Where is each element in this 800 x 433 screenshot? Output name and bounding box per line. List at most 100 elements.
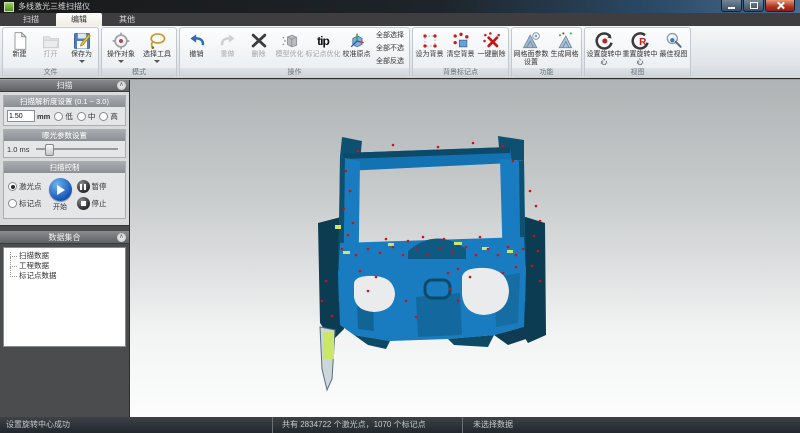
ribbon-group-background-markers: 设为背景 清空背景 一键删除 背景标记点 — [412, 27, 509, 79]
model-optimize-button[interactable]: 模型优化 — [274, 28, 305, 68]
ribbon-tab-row: 扫描 编辑 其他 — [0, 13, 800, 26]
marker-optimize-button[interactable]: tip 标记点优化 — [305, 28, 341, 68]
save-as-button[interactable]: 保存为 — [66, 28, 97, 68]
data-tree: 扫描数据 工程数据 标记点数据 — [3, 247, 126, 347]
best-view-button[interactable]: 最佳视图 — [658, 28, 689, 68]
status-selection: 未选择数据 — [462, 417, 513, 433]
minimize-button[interactable] — [721, 0, 742, 12]
collapse-icon[interactable]: ∧ — [117, 81, 126, 90]
ribbon-separator — [0, 78, 800, 79]
open-folder-icon — [40, 30, 62, 51]
laser-points-radio[interactable] — [8, 182, 17, 191]
origin-axes-icon — [346, 30, 368, 51]
group-label-view: 视图 — [585, 68, 690, 78]
open-button[interactable]: 打开 — [35, 28, 66, 68]
close-button[interactable] — [765, 0, 795, 12]
close-icon — [776, 1, 785, 10]
new-button[interactable]: 新建 — [4, 28, 35, 68]
status-point-counts: 共有 2834722 个激光点，1070 个标记点 — [272, 417, 426, 433]
ribbon-group-file: 新建 打开 保存为 文件 — [2, 27, 99, 79]
resolution-high-radio[interactable] — [99, 112, 108, 121]
redo-icon — [217, 30, 239, 51]
dropdown-arrow-icon — [118, 60, 124, 63]
start-label: 开始 — [53, 202, 67, 212]
status-bar: 设置旋转中心成功 共有 2834722 个激光点，1070 个标记点 未选择数据 — [0, 417, 800, 433]
lasso-icon — [146, 30, 168, 51]
mesh-settings-icon — [520, 30, 542, 51]
selection-stack: 全部选择 全部不选 全部反选 — [372, 28, 408, 68]
sidebar: 扫描 ∧ 扫描解析度设置 (0.1 ~ 3.0) mm 低 中 高 — [0, 79, 130, 417]
exposure-section-title: 曝光参数设置 — [4, 130, 125, 141]
collapse-icon[interactable]: ∧ — [117, 233, 126, 242]
stop-scan-button[interactable] — [77, 197, 90, 210]
window-controls — [721, 0, 795, 12]
mesh-params-button[interactable]: 网格面参数设置 — [513, 28, 549, 68]
status-message: 设置旋转中心成功 — [6, 417, 70, 433]
app-window: 多线激光三维扫描仪 扫描 编辑 其他 新建 — [0, 0, 800, 433]
tab-other[interactable]: 其他 — [104, 13, 150, 26]
target-icon — [110, 30, 132, 51]
resolution-section: 扫描解析度设置 (0.1 ~ 3.0) mm 低 中 高 — [3, 95, 126, 126]
reset-rotation-center-button[interactable]: R 重置旋转中心 — [622, 28, 658, 68]
resolution-low-radio[interactable] — [54, 112, 63, 121]
play-icon — [57, 185, 65, 195]
group-label-mode: 模式 — [102, 68, 176, 78]
resolution-mid-radio[interactable] — [77, 112, 86, 121]
maximize-button[interactable] — [743, 0, 764, 12]
rotation-r-glyph: R — [639, 37, 647, 48]
maximize-icon — [750, 2, 758, 9]
select-none-button[interactable]: 全部不选 — [376, 43, 404, 53]
ribbon-group-function: 网格面参数设置 生成网格 功能 — [511, 27, 582, 79]
select-invert-button[interactable]: 全部反选 — [376, 56, 404, 66]
exposure-slider[interactable] — [36, 148, 118, 150]
tree-item-scan-data[interactable]: 扫描数据 — [4, 251, 125, 261]
exposure-section: 曝光参数设置 1.0 ms — [3, 129, 126, 158]
resolution-input[interactable] — [7, 110, 35, 122]
set-background-icon — [419, 30, 441, 51]
scan-control-section: 扫描控制 激光点 标记点 开始 暂停 停止 — [3, 161, 126, 219]
undo-icon — [186, 30, 208, 51]
data-panel-header[interactable]: 数据集合 ∧ — [0, 231, 129, 244]
select-all-button[interactable]: 全部选择 — [376, 30, 404, 40]
app-icon — [4, 2, 14, 12]
ribbon-group-view: 设置旋转中心 R 重置旋转中心 最佳视图 视图 — [584, 27, 691, 79]
generate-mesh-icon — [554, 30, 576, 51]
group-label-function: 功能 — [512, 68, 581, 78]
viewport-3d[interactable] — [130, 79, 800, 417]
operation-object-button[interactable]: 操作对象 — [103, 28, 139, 68]
save-as-icon — [71, 30, 93, 51]
clear-background-icon — [450, 30, 472, 51]
undo-button[interactable]: 撤销 — [181, 28, 212, 68]
calibrate-origin-button[interactable]: 校准原点 — [341, 28, 372, 68]
clear-background-button[interactable]: 清空背景 — [445, 28, 476, 68]
tab-scan[interactable]: 扫描 — [8, 13, 54, 26]
group-label-background-markers: 背景标记点 — [413, 68, 508, 78]
magnifier-icon — [663, 30, 685, 51]
pause-scan-button[interactable] — [77, 180, 90, 193]
reset-rotation-center-icon: R — [629, 30, 651, 51]
generate-mesh-button[interactable]: 生成网格 — [549, 28, 580, 68]
marker-points-radio[interactable] — [8, 199, 17, 208]
scan-control-title: 扫描控制 — [4, 162, 125, 173]
ribbon: 新建 打开 保存为 文件 — [0, 26, 800, 80]
set-rotation-center-icon — [593, 30, 615, 51]
one-key-delete-button[interactable]: 一键删除 — [476, 28, 507, 68]
scan-panel-header[interactable]: 扫描 ∧ — [0, 79, 129, 92]
dropdown-arrow-icon — [79, 60, 85, 63]
set-background-button[interactable]: 设为背景 — [414, 28, 445, 68]
scanned-car-body-model — [298, 131, 548, 393]
pause-icon — [80, 184, 85, 190]
tab-edit[interactable]: 编辑 — [56, 13, 102, 26]
tree-item-marker-data[interactable]: 标记点数据 — [4, 271, 125, 281]
redo-button[interactable]: 重做 — [212, 28, 243, 68]
set-rotation-center-button[interactable]: 设置旋转中心 — [586, 28, 622, 68]
exposure-slider-handle[interactable] — [45, 144, 54, 156]
select-tool-button[interactable]: 选择工具 — [139, 28, 175, 68]
stop-icon — [81, 201, 86, 206]
delete-x-icon — [248, 30, 270, 51]
start-scan-button[interactable] — [49, 178, 72, 201]
delete-button[interactable]: 删除 — [243, 28, 274, 68]
tree-item-project-data[interactable]: 工程数据 — [4, 261, 125, 271]
resolution-unit: mm — [37, 112, 50, 121]
group-label-file: 文件 — [3, 68, 98, 78]
